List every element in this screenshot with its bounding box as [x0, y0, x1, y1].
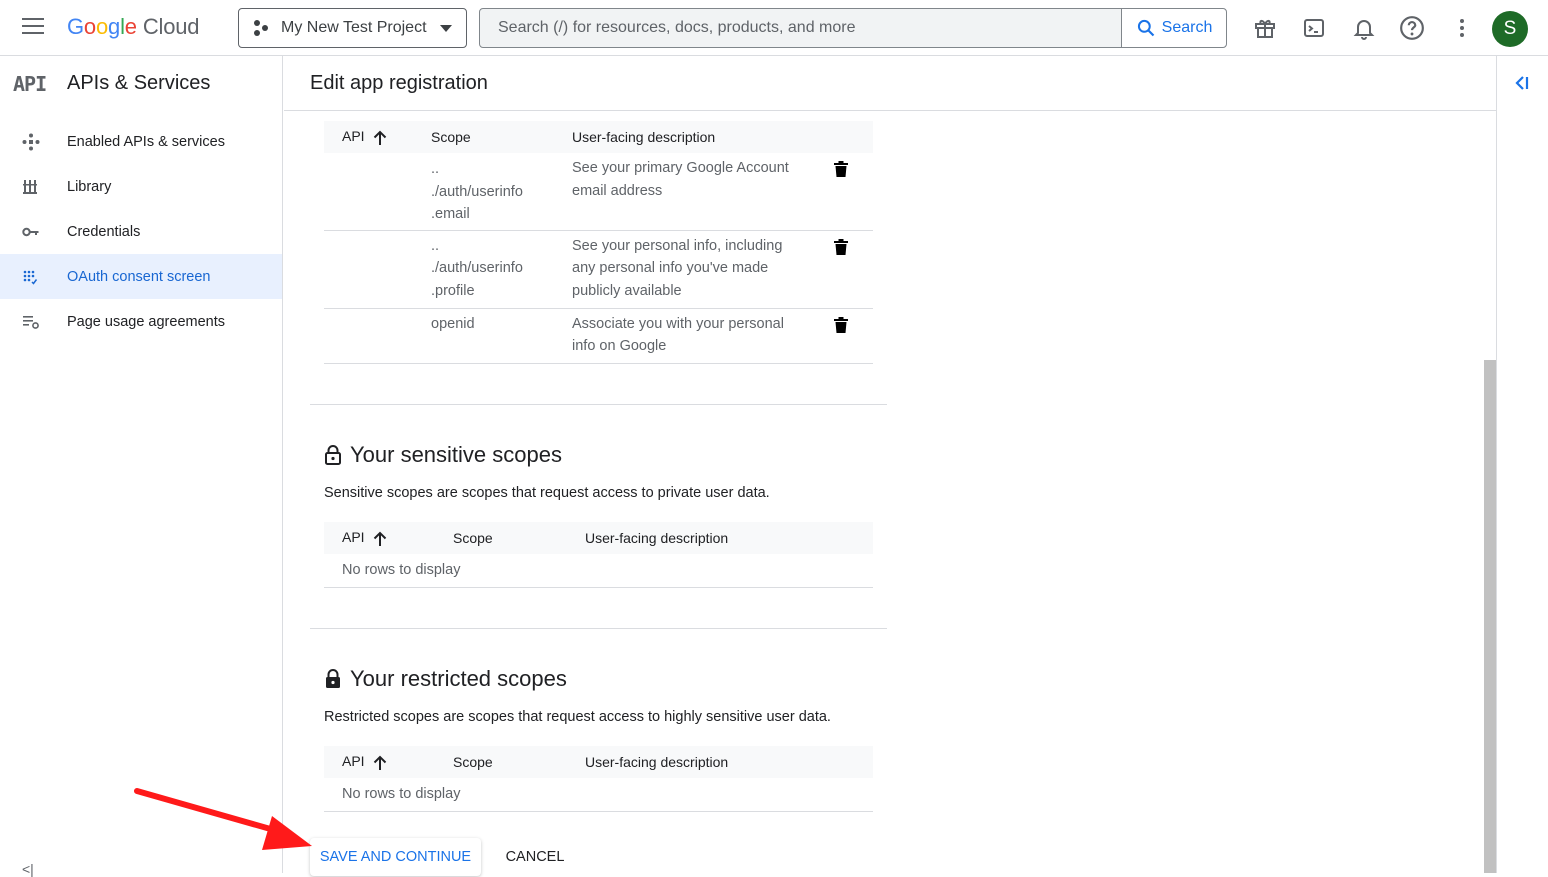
key-icon	[22, 226, 67, 238]
table-header-row: API Scope User-facing description	[324, 522, 873, 554]
search-icon	[1137, 19, 1154, 37]
search-input[interactable]	[480, 9, 1121, 47]
scope-cell: .. ./auth/userinfo .email	[431, 153, 572, 231]
column-header-api[interactable]: API	[324, 522, 453, 554]
table-row: .. ./auth/userinfo .email See your prima…	[324, 153, 873, 231]
gift-icon[interactable]	[1250, 12, 1280, 44]
sidebar-item-enabled-apis[interactable]: Enabled APIs & services	[0, 119, 282, 164]
column-header-scope: Scope	[431, 121, 572, 153]
lock-open-outline-icon	[325, 445, 341, 465]
vertical-scrollbar[interactable]	[1484, 360, 1496, 873]
table-row: .. ./auth/userinfo .profile See your per…	[324, 230, 873, 309]
collapse-sidebar-icon[interactable]: <|	[22, 861, 34, 877]
settings-list-icon	[22, 314, 67, 330]
sensitive-scopes-title: Your sensitive scopes	[324, 442, 562, 468]
empty-row: No rows to display	[324, 778, 873, 812]
sidebar-item-library[interactable]: Library	[0, 164, 282, 209]
api-hub-icon	[22, 133, 67, 151]
delete-icon[interactable]	[834, 238, 848, 263]
sort-arrow-up-icon	[373, 130, 386, 145]
sidebar-item-page-usage[interactable]: Page usage agreements	[0, 299, 282, 344]
page-header: Edit app registration	[284, 56, 1496, 111]
column-header-api[interactable]: API	[324, 121, 431, 153]
project-picker[interactable]: My New Test Project	[238, 8, 467, 48]
restricted-scopes-table: API Scope User-facing description No row…	[324, 746, 873, 812]
table-header-row: API Scope User-facing description	[324, 121, 873, 153]
restricted-scopes-title: Your restricted scopes	[324, 666, 567, 692]
main-menu-icon[interactable]	[22, 18, 44, 38]
column-header-scope: Scope	[453, 746, 585, 778]
column-header-description: User-facing description	[572, 121, 834, 153]
section-divider	[310, 628, 887, 629]
help-icon[interactable]	[1397, 12, 1427, 44]
sidebar: API APIs & Services Enabled APIs & servi…	[0, 56, 283, 877]
search-bar: Search	[479, 8, 1227, 48]
column-header-description: User-facing description	[585, 746, 873, 778]
section-divider	[310, 404, 887, 405]
table-header-row: API Scope User-facing description	[324, 746, 873, 778]
column-header-api[interactable]: API	[324, 746, 453, 778]
right-panel	[1496, 56, 1548, 873]
description-cell: See your primary Google Account email ad…	[572, 153, 834, 231]
table-row: openid Associate you with your personal …	[324, 308, 873, 364]
empty-row: No rows to display	[324, 554, 873, 588]
scope-cell: .. ./auth/userinfo .profile	[431, 230, 572, 309]
library-icon	[22, 179, 67, 195]
top-bar: GoogleCloud My New Test Project Search S	[0, 0, 1548, 56]
sort-arrow-up-icon	[373, 531, 386, 546]
expand-panel-icon[interactable]	[1513, 74, 1531, 97]
column-header-description: User-facing description	[585, 522, 873, 554]
avatar[interactable]: S	[1492, 11, 1528, 47]
chevron-down-icon	[440, 25, 452, 32]
sidebar-header: API APIs & Services	[0, 56, 282, 111]
consent-grid-icon	[22, 269, 67, 285]
project-dots-icon	[253, 19, 271, 37]
sidebar-title: APIs & Services	[67, 72, 211, 94]
annotation-arrow-icon	[134, 788, 312, 850]
non-sensitive-scopes-table: API Scope User-facing description .. ./a…	[324, 121, 873, 364]
sidebar-item-credentials[interactable]: Credentials	[0, 209, 282, 254]
sort-arrow-up-icon	[373, 755, 386, 770]
delete-icon[interactable]	[834, 316, 848, 341]
google-cloud-logo[interactable]: Google Cloud	[67, 14, 199, 40]
more-vert-icon[interactable]	[1450, 12, 1474, 44]
search-button[interactable]: Search	[1121, 9, 1226, 47]
description-cell: See your personal info, including any pe…	[572, 230, 834, 309]
cancel-button[interactable]: CANCEL	[494, 838, 576, 876]
project-name: My New Test Project	[281, 19, 427, 36]
column-header-scope: Scope	[453, 522, 585, 554]
main-content: Edit app registration API Scope User-fac…	[284, 56, 1496, 876]
restricted-scopes-description: Restricted scopes are scopes that reques…	[324, 709, 831, 725]
description-cell: Associate you with your personal info on…	[572, 308, 834, 364]
sidebar-item-oauth-consent[interactable]: OAuth consent screen	[0, 254, 282, 299]
lock-icon	[326, 669, 340, 688]
sensitive-scopes-description: Sensitive scopes are scopes that request…	[324, 485, 770, 501]
cloud-shell-icon[interactable]	[1299, 12, 1329, 44]
scope-cell: openid	[431, 308, 572, 364]
page-title: Edit app registration	[310, 71, 488, 94]
sensitive-scopes-table: API Scope User-facing description No row…	[324, 522, 873, 588]
api-logo: API	[13, 71, 47, 96]
notifications-bell-icon[interactable]	[1349, 12, 1379, 44]
delete-icon[interactable]	[834, 161, 848, 185]
save-and-continue-button[interactable]: SAVE AND CONTINUE	[310, 838, 481, 876]
